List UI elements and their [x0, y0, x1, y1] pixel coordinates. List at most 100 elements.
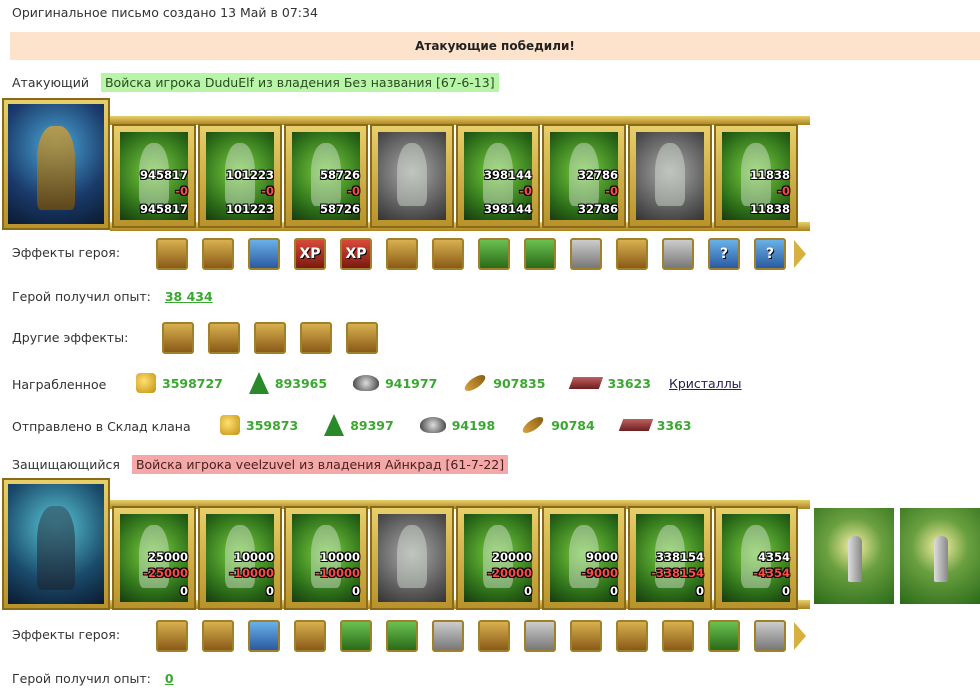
defender-effect-helmet-icon[interactable] [432, 620, 464, 652]
defender-effect-hand-magic-icon[interactable] [248, 620, 280, 652]
defender-effect-handshake-sword-icon[interactable] [202, 620, 234, 652]
defender-effect-dice-icon[interactable] [294, 620, 326, 652]
attacker-effect-hand-magic-icon[interactable] [248, 238, 280, 270]
defense-tower-2[interactable] [900, 508, 980, 604]
defender-unit-slot[interactable]: 10000 -10000 0 [198, 506, 282, 610]
attacker-unit-count: 11838 [749, 168, 790, 182]
loot-crystals: 33623 [607, 375, 651, 391]
attacker-effect-unknown-icon[interactable]: ? [754, 238, 786, 270]
defender-effect-armor-icon[interactable] [524, 620, 556, 652]
attacker-hero-portrait[interactable] [2, 98, 110, 230]
defender-exp-value[interactable]: 0 [165, 671, 174, 686]
gold-icon [136, 373, 156, 393]
attacker-effects-row: XP XP?? [156, 238, 786, 270]
defender-unit-count: 10000 [319, 550, 360, 564]
attacker-effect-dice-icon[interactable] [432, 238, 464, 270]
defender-unit-slot[interactable]: 10000 -10000 0 [284, 506, 368, 610]
defender-effect-axe-icon[interactable] [662, 620, 694, 652]
defense-tower-1[interactable] [814, 508, 894, 604]
attacker-effect-fortress-icon[interactable] [386, 238, 418, 270]
loot-label: Награбленное [12, 377, 107, 392]
attacker-effect-helmet-icon[interactable] [570, 238, 602, 270]
attacker-unit-slot[interactable]: 101223 -0 101223 [198, 124, 282, 228]
loot-wheat: 907835 [493, 375, 546, 391]
attacker-exp-value[interactable]: 38 434 [165, 289, 213, 304]
defender-hero-portrait[interactable] [2, 478, 110, 610]
attacker-unit-slot[interactable]: 58726 -0 58726 [284, 124, 368, 228]
attacker-unit-slot[interactable]: 398144 -0 398144 [456, 124, 540, 228]
defender-unit-count: -4354 [753, 566, 790, 580]
defender-effects-scroll-right-icon[interactable] [794, 622, 806, 650]
attacker-label: Атакующий [12, 75, 89, 90]
attacker-effect-xp-icon[interactable]: XP [294, 238, 326, 270]
defender-effect-amulet-icon[interactable] [478, 620, 510, 652]
other-effects-label: Другие эффекты: [12, 330, 129, 345]
defender-unit-count: 4354 [757, 550, 790, 564]
attacker-unit-slot[interactable]: 945817 -0 945817 [112, 124, 196, 228]
defender-army-tag: Войска игрока veelzuvel из владения Айнк… [131, 455, 509, 474]
attacker-unit-count: -0 [605, 184, 618, 198]
defender-effect-shield-icon[interactable] [340, 620, 372, 652]
defender-effect-crest-shield-icon[interactable] [708, 620, 740, 652]
defender-effect-scroll-icon[interactable] [616, 620, 648, 652]
attacker-unit-count: 101223 [225, 202, 274, 216]
defender-effect-handshake-shield-icon[interactable] [386, 620, 418, 652]
defender-unit-count: 0 [265, 584, 274, 598]
clan-wood: 89397 [350, 417, 394, 433]
defender-exp-label: Герой получил опыт: [12, 671, 151, 686]
crystals-link[interactable]: Кристаллы [669, 376, 742, 391]
attacker-effect-unknown-icon[interactable]: ? [708, 238, 740, 270]
defender-unit-count: 25000 [147, 550, 188, 564]
attacker-effect-handshake-shield-icon[interactable] [524, 238, 556, 270]
attacker-effect-handshake-sword-icon[interactable] [300, 322, 332, 354]
attacker-effect-xp-icon[interactable]: XP [340, 238, 372, 270]
effects-scroll-right-icon[interactable] [794, 240, 806, 268]
attacker-unit-slot[interactable] [628, 124, 712, 228]
defender-unit-slot[interactable]: 9000 -9000 0 [542, 506, 626, 610]
defender-effect-knight-helm-icon[interactable] [754, 620, 786, 652]
attacker-unit-count: -0 [777, 184, 790, 198]
battle-result-banner: Атакующие победили! [10, 32, 980, 60]
ore-icon [353, 375, 380, 391]
attacker-unit-slot[interactable]: 32786 -0 32786 [542, 124, 626, 228]
defender-unit-slot[interactable]: 4354 -4354 0 [714, 506, 798, 610]
attacker-effect-armor-icon[interactable] [662, 238, 694, 270]
attacker-effect-handshake-sword-icon[interactable] [208, 322, 240, 354]
attacker-unit-count: 32786 [577, 168, 618, 182]
defender-effect-ring-icon[interactable] [570, 620, 602, 652]
defender-unit-count: -9000 [581, 566, 618, 580]
attacker-unit-count: -0 [347, 184, 360, 198]
attacker-unit-slot[interactable]: 11838 -0 11838 [714, 124, 798, 228]
defender-unit-slot[interactable]: 20000 -20000 0 [456, 506, 540, 610]
clan-crystals: 3363 [656, 417, 692, 433]
defender-unit-slot[interactable] [370, 506, 454, 610]
attacker-unit-count: 945817 [139, 168, 188, 182]
attacker-effect-sword-icon[interactable] [156, 238, 188, 270]
attacker-unit-slot[interactable] [370, 124, 454, 228]
attacker-army-tag: Войска игрока DuduElf из владения Без на… [100, 73, 499, 92]
attacker-effect-cross-icon[interactable] [616, 238, 648, 270]
defender-unit-count: 0 [781, 584, 790, 598]
defender-unit-slot[interactable]: 338154 -338154 0 [628, 506, 712, 610]
defender-unit-slot[interactable]: 25000 -25000 0 [112, 506, 196, 610]
defender-unit-count: -338154 [651, 566, 704, 580]
defender-label: Защищающийся [12, 457, 120, 472]
attacker-unit-count: -0 [175, 184, 188, 198]
attacker-effect-sword-icon[interactable] [162, 322, 194, 354]
loot-wood: 893965 [274, 375, 328, 391]
defender-unit-count: -10000 [229, 566, 274, 580]
attacker-effect-handshake-sword-icon[interactable] [346, 322, 378, 354]
attacker-effect-handshake-sword-icon[interactable] [202, 238, 234, 270]
defender-unit-count: -20000 [487, 566, 532, 580]
attacker-unit-count: 58726 [319, 168, 360, 182]
defender-effect-sword-icon[interactable] [156, 620, 188, 652]
attacker-unit-count: -0 [519, 184, 532, 198]
defender-unit-count: 10000 [233, 550, 274, 564]
attacker-unit-count: 32786 [577, 202, 618, 216]
wood-icon [248, 372, 269, 394]
attacker-effect-handshake-sword-icon[interactable] [254, 322, 286, 354]
attacker-unit-count: 945817 [139, 202, 188, 216]
attacker-exp-label: Герой получил опыт: [12, 289, 151, 304]
defender-unit-count: -25000 [143, 566, 188, 580]
attacker-effect-shield-icon[interactable] [478, 238, 510, 270]
